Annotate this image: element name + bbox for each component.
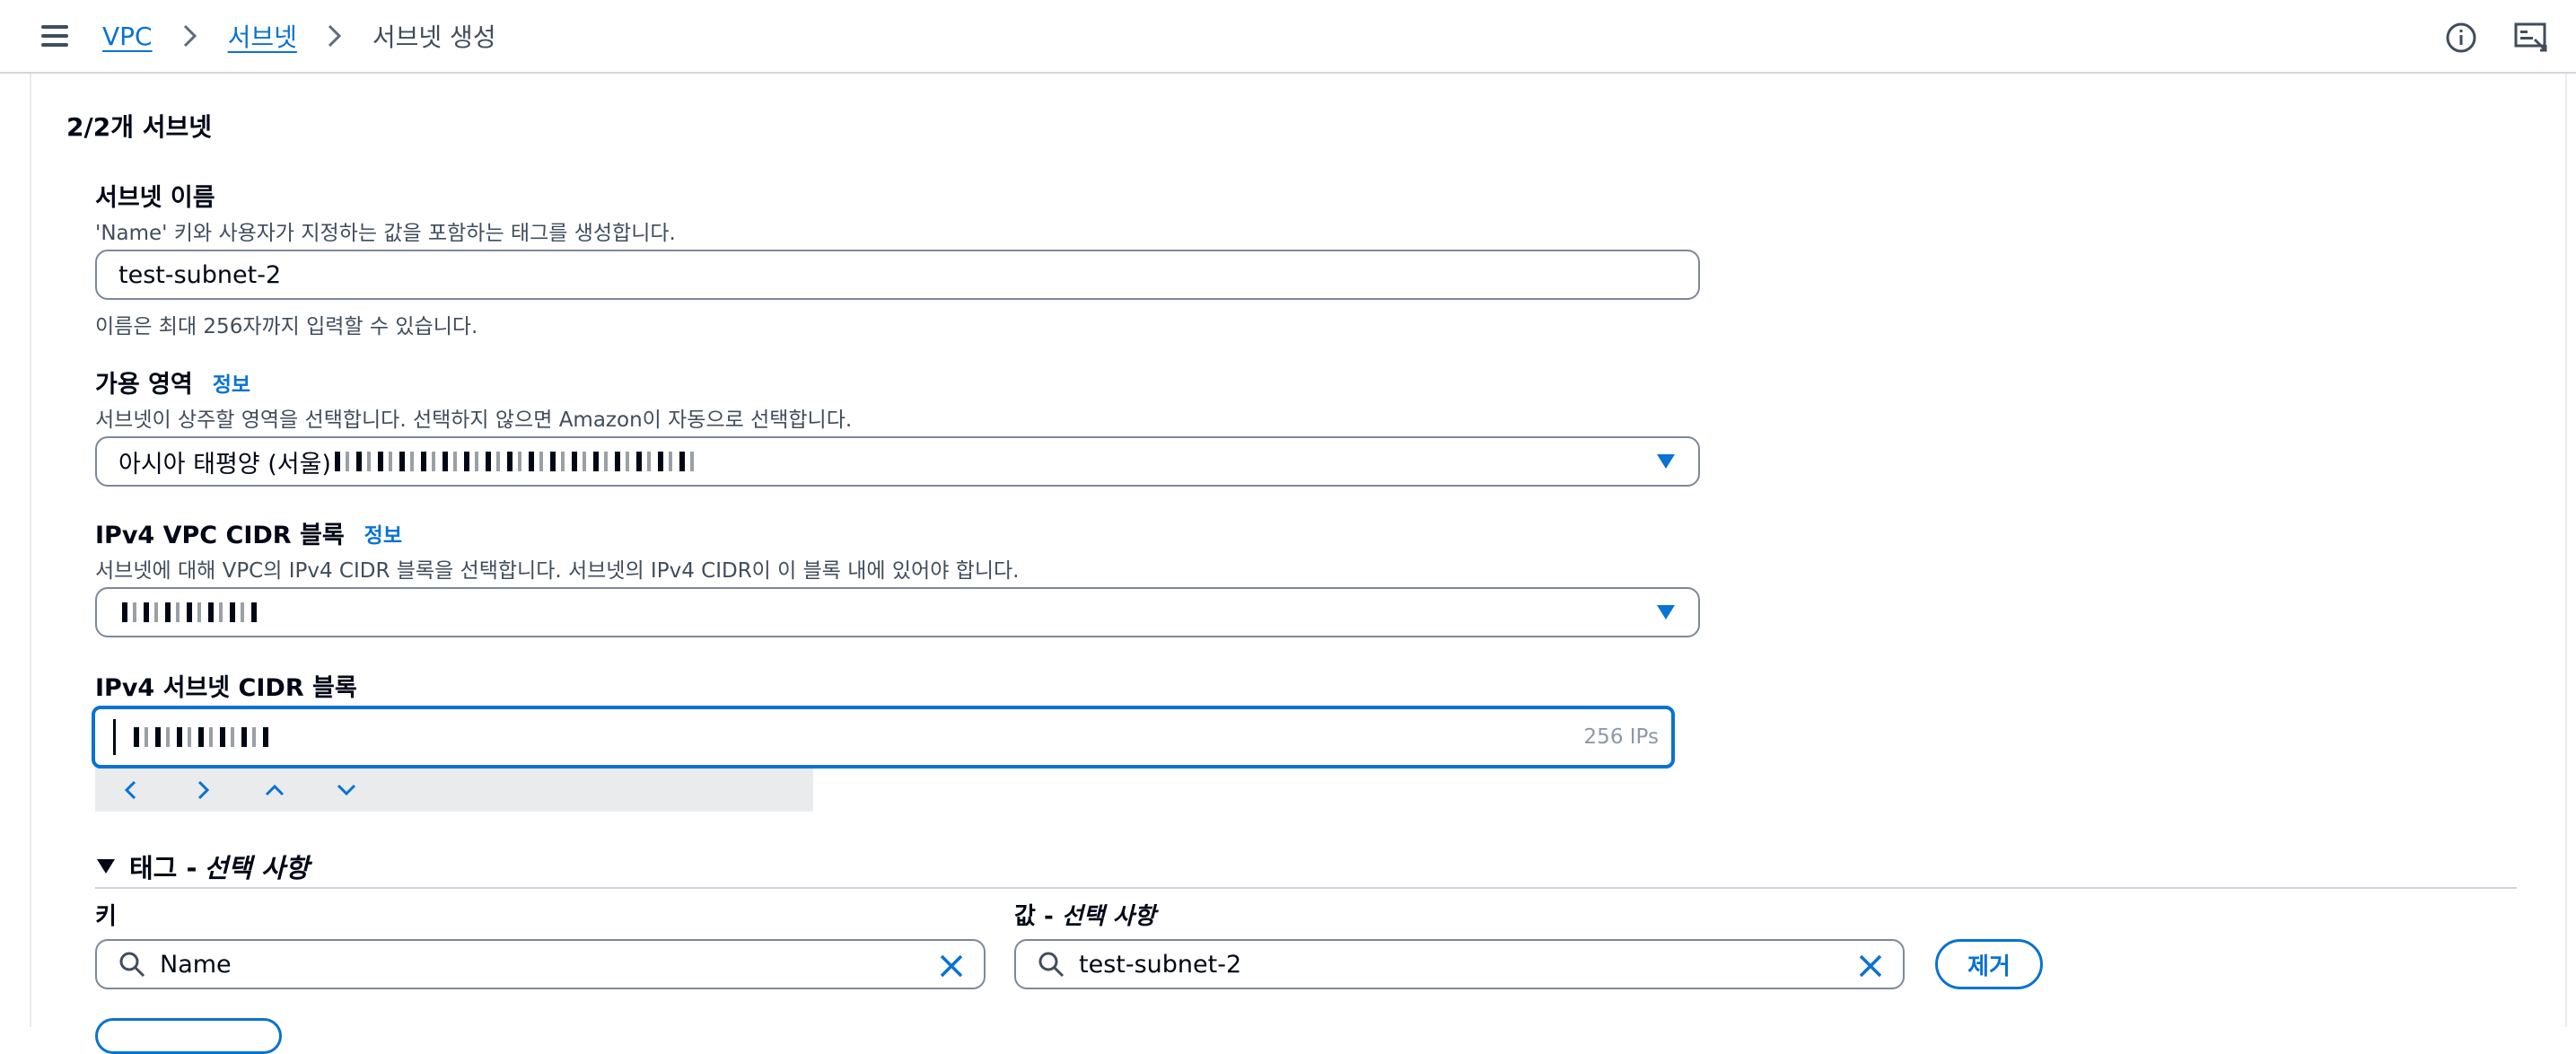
cidr-stepper — [95, 769, 813, 812]
breadcrumb-current: 서브넷 생성 — [372, 22, 496, 52]
vpc-cidr-select[interactable] — [95, 587, 1700, 637]
tag-value-label-optional: 선택 사항 — [1061, 903, 1156, 930]
vpc-cidr-info-link[interactable]: 정보 — [364, 518, 402, 549]
tag-value-label-row: 값 - 선택 사항 — [1014, 898, 1156, 931]
text-cursor — [113, 719, 116, 755]
search-icon — [119, 952, 145, 978]
chevron-right-icon — [172, 18, 208, 54]
redacted-text — [122, 602, 257, 622]
chevron-left-icon[interactable] — [95, 769, 167, 812]
close-icon[interactable] — [1856, 952, 1885, 980]
split-panel-icon[interactable] — [2513, 20, 2549, 56]
info-icon[interactable] — [2445, 22, 2477, 54]
tag-value-label: 값 - — [1014, 903, 1054, 930]
redacted-text — [334, 452, 694, 471]
tag-key-label: 키 — [95, 903, 117, 930]
tags-expander[interactable]: 태그 - 선택 사항 — [95, 848, 309, 885]
right-divider — [2565, 74, 2567, 1027]
remove-tag-button[interactable]: 제거 — [1935, 939, 2043, 989]
availability-zone-select[interactable]: 아시아 태평양 (서울) — [95, 436, 1700, 487]
subnet-name-hint: 이름은 최대 256자까지 입력할 수 있습니다. — [95, 315, 478, 338]
tags-divider — [95, 887, 2517, 889]
tags-header-label: 태그 - — [129, 853, 197, 883]
availability-zone-label-row: 가용 영역 정보 — [95, 365, 250, 400]
tag-value-input[interactable]: test-subnet-2 — [1014, 939, 1905, 989]
breadcrumb-link-vpc[interactable]: VPC — [102, 22, 153, 51]
subnet-name-value: test-subnet-2 — [118, 260, 282, 289]
chevron-down-icon[interactable] — [311, 769, 382, 812]
caret-down-icon — [1657, 605, 1675, 619]
section-title: 2/2개 서브넷 — [66, 112, 212, 142]
availability-zone-value: 아시아 태평양 (서울) — [118, 450, 331, 479]
redacted-text — [134, 727, 268, 747]
chevron-up-icon[interactable] — [239, 769, 311, 812]
vpc-cidr-description: 서브넷에 대해 VPC의 IPv4 CIDR 블록을 선택합니다. 서브넷의 I… — [95, 559, 1020, 583]
vpc-cidr-label-row: IPv4 VPC CIDR 블록 정보 — [95, 515, 402, 550]
chevron-right-icon — [317, 18, 353, 54]
breadcrumb: VPC 서브넷 서브넷 생성 — [102, 18, 496, 54]
subnet-name-input[interactable]: test-subnet-2 — [95, 250, 1700, 300]
chevron-right-icon[interactable] — [167, 769, 239, 812]
tags-header-optional: 선택 사항 — [204, 853, 310, 883]
subnet-cidr-input[interactable]: 256 IPs — [92, 706, 1675, 769]
tag-key-input[interactable]: Name — [95, 939, 986, 989]
breadcrumb-link-subnets[interactable]: 서브넷 — [228, 18, 297, 54]
subnet-cidr-label: IPv4 서브넷 CIDR 블록 — [95, 674, 357, 702]
availability-zone-info-link[interactable]: 정보 — [213, 367, 250, 398]
add-tag-button[interactable] — [95, 1018, 282, 1054]
close-icon[interactable] — [937, 952, 966, 980]
subnet-name-description: 'Name' 키와 사용자가 지정하는 값을 포함하는 태그를 생성합니다. — [95, 222, 676, 245]
menu-icon[interactable] — [39, 23, 72, 50]
availability-zone-description: 서브넷이 상주할 영역을 선택합니다. 선택하지 않으면 Amazon이 자동으… — [95, 408, 853, 432]
tag-value-value: test-subnet-2 — [1079, 950, 1242, 979]
tag-key-value: Name — [160, 950, 232, 979]
triangle-down-icon — [97, 859, 115, 874]
ip-count: 256 IPs — [1583, 725, 1659, 749]
subnet-name-label: 서브넷 이름 — [95, 184, 215, 212]
search-icon — [1038, 952, 1065, 978]
caret-down-icon — [1657, 454, 1675, 469]
availability-zone-label: 가용 영역 — [95, 371, 193, 399]
left-divider — [30, 74, 31, 1027]
top-navigation-bar: VPC 서브넷 서브넷 생성 — [0, 0, 2576, 74]
vpc-cidr-label: IPv4 VPC CIDR 블록 — [95, 522, 345, 549]
